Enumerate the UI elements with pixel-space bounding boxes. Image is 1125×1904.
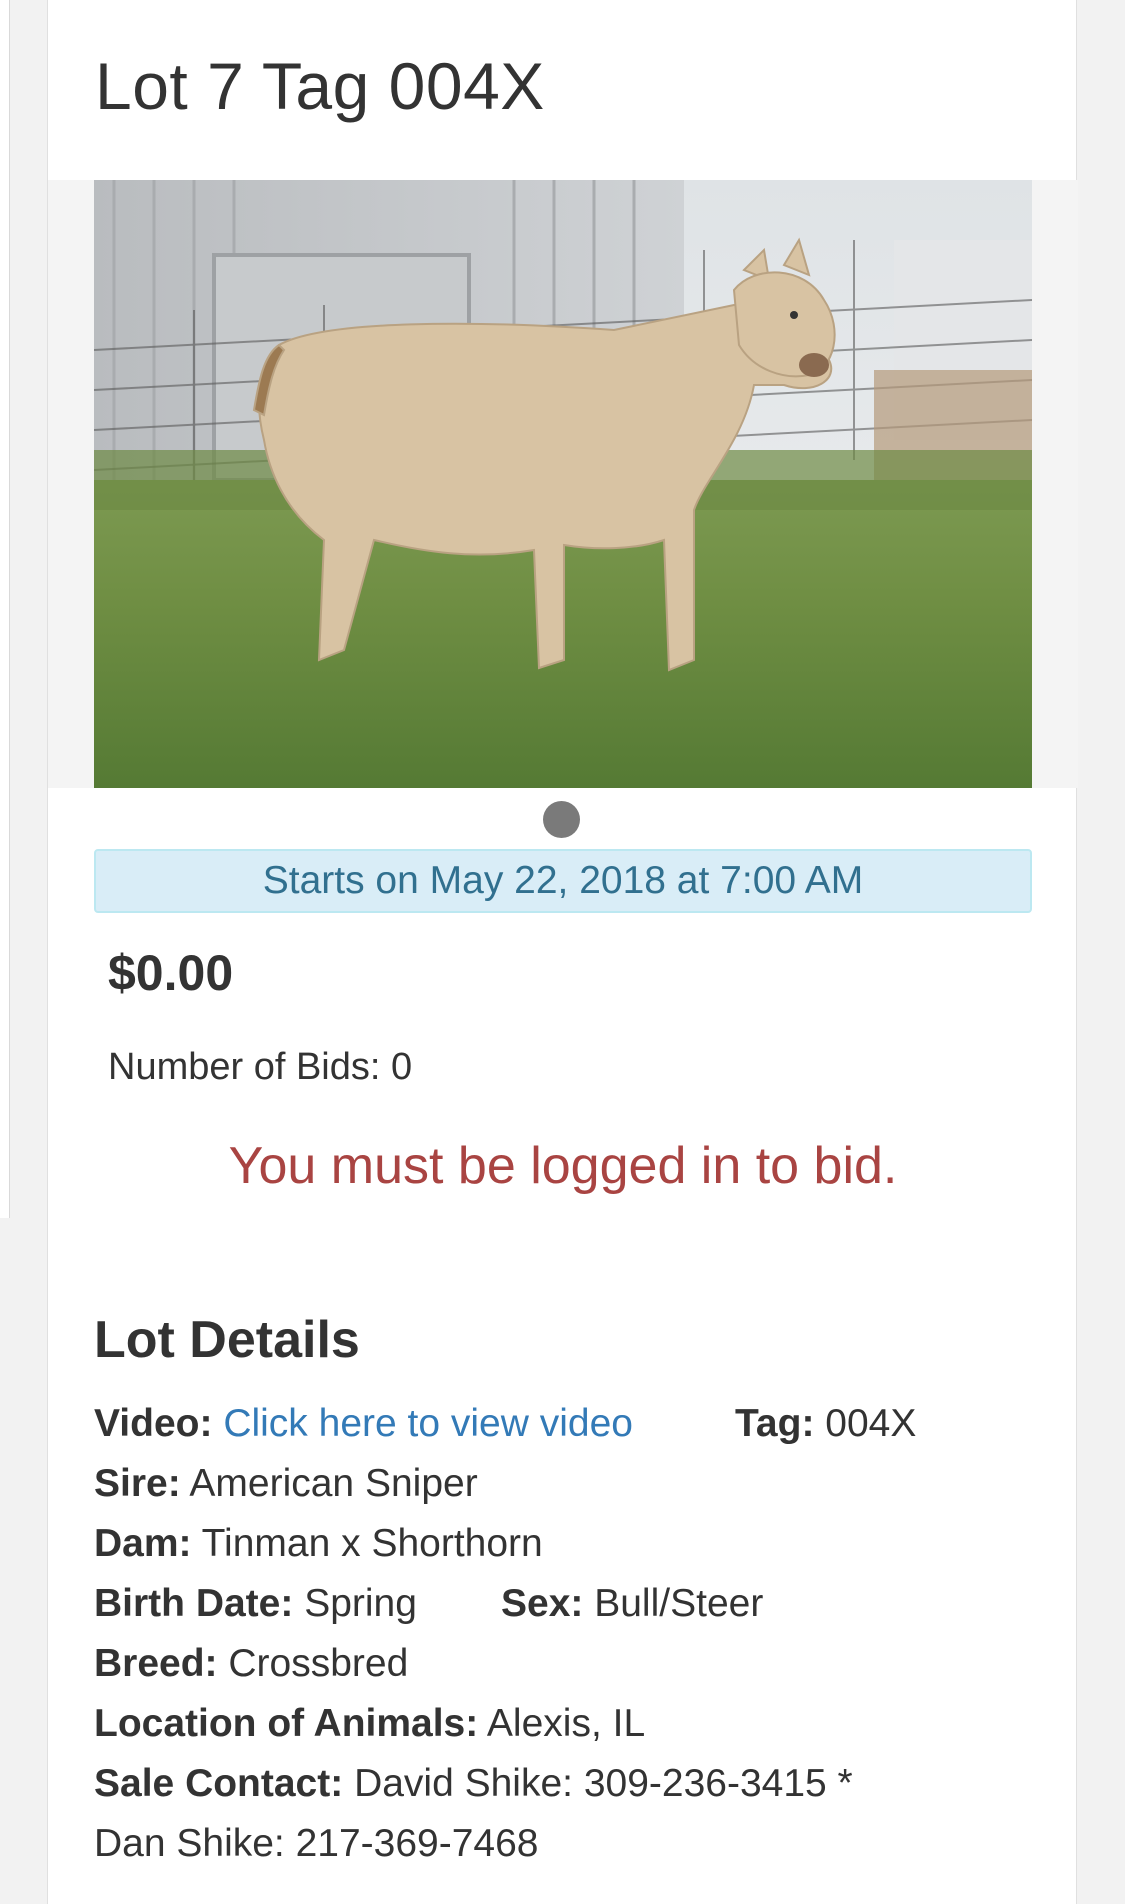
current-price: $0.00: [108, 945, 234, 1001]
detail-sex: Sex: Bull/Steer: [501, 1582, 763, 1626]
lot-photo[interactable]: [94, 180, 1032, 788]
view-video-link[interactable]: Click here to view video: [223, 1402, 633, 1445]
dam-value: Tinman x Shorthorn: [201, 1522, 543, 1565]
sale-contact-value-2: Dan Shike: 217-369-7468: [94, 1822, 539, 1865]
detail-contact-row-2: Dan Shike: 217-369-7468: [94, 1822, 538, 1866]
detail-tag: Tag: 004X: [735, 1402, 916, 1446]
dam-label: Dam:: [94, 1522, 192, 1565]
birth-date-value: Spring: [304, 1582, 417, 1625]
detail-video-row: Video: Click here to view video: [94, 1402, 633, 1446]
sale-contact-value-1: David Shike: 309-236-3415 *: [354, 1762, 853, 1805]
left-page-edge: [0, 0, 10, 1218]
auction-start-banner: Starts on May 22, 2018 at 7:00 AM: [94, 849, 1032, 913]
bids-label: Number of Bids:: [108, 1046, 391, 1088]
video-label: Video:: [94, 1402, 213, 1445]
lot-title: Lot 7 Tag 004X: [95, 49, 545, 123]
bids-count: 0: [391, 1046, 413, 1088]
login-required-message: You must be logged in to bid.: [228, 1137, 898, 1195]
birth-date-label: Birth Date:: [94, 1582, 294, 1625]
bids-count-row: Number of Bids: 0: [108, 1046, 412, 1089]
lot-details-heading: Lot Details: [94, 1311, 360, 1369]
lot-panel: Lot 7 Tag 004X Starts on May 22, 2018 at…: [47, 0, 1078, 1904]
sex-label: Sex:: [501, 1582, 584, 1625]
detail-contact-row: Sale Contact: David Shike: 309-236-3415 …: [94, 1762, 853, 1806]
detail-breed-row: Breed: Crossbred: [94, 1642, 408, 1686]
sex-value: Bull/Steer: [594, 1582, 764, 1625]
tag-value: 004X: [825, 1402, 917, 1445]
sale-contact-label: Sale Contact:: [94, 1762, 344, 1805]
breed-value: Crossbred: [228, 1642, 409, 1685]
calf-photo-illustration: [94, 180, 1032, 788]
detail-sire-row: Sire: American Sniper: [94, 1462, 478, 1506]
detail-dam-row: Dam: Tinman x Shorthorn: [94, 1522, 543, 1566]
carousel-indicator-dot[interactable]: [543, 801, 580, 838]
sire-label: Sire:: [94, 1462, 181, 1505]
breed-label: Breed:: [94, 1642, 218, 1685]
tag-label: Tag:: [735, 1402, 815, 1445]
sire-value: American Sniper: [189, 1462, 478, 1505]
location-label: Location of Animals:: [94, 1702, 479, 1745]
detail-location-row: Location of Animals: Alexis, IL: [94, 1702, 645, 1746]
detail-birth-row: Birth Date: Spring: [94, 1582, 417, 1626]
location-value: Alexis, IL: [486, 1702, 646, 1745]
